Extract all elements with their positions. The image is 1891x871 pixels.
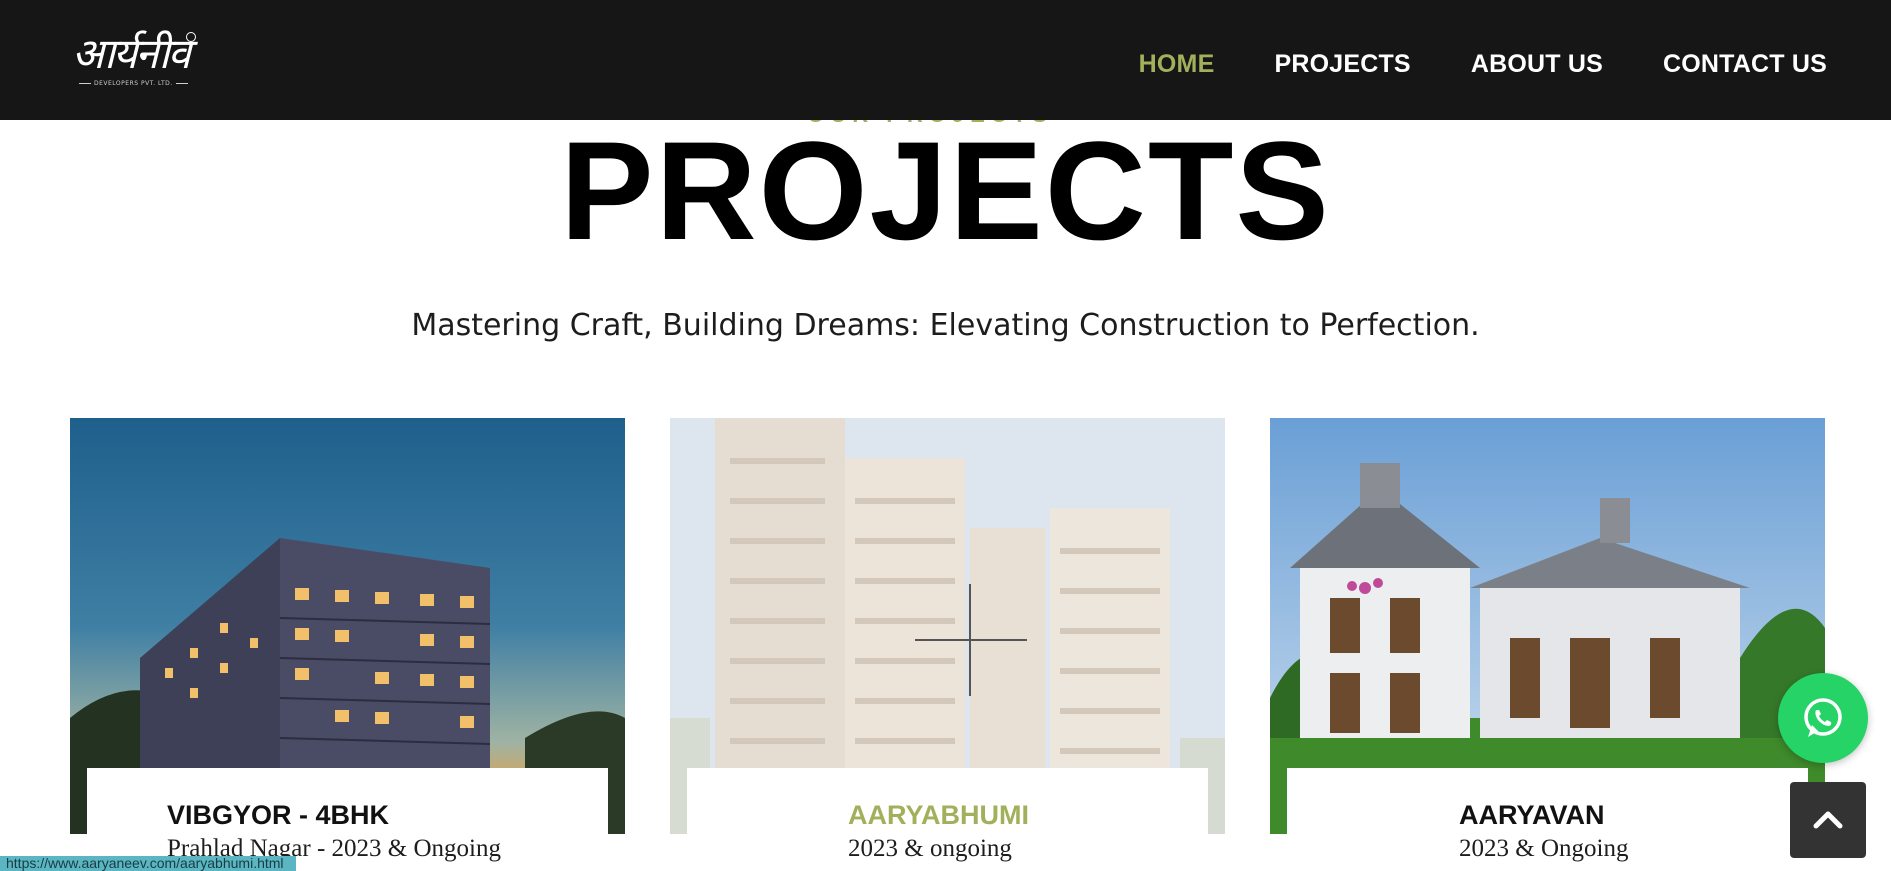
hover-plus-icon [915, 639, 1027, 641]
status-bar-url: https://www.aaryaneev.com/aaryabhumi.htm… [0, 856, 296, 871]
logo-tagline: DEVELOPERS PVT. LTD. [76, 80, 191, 87]
section-title: PROJECTS [560, 112, 1331, 269]
main-nav: HOME PROJECTS ABOUT US CONTACT US [1139, 50, 1827, 79]
project-subtitle-aaryabhumi: 2023 & ongoing [848, 835, 1012, 862]
chevron-up-icon [1813, 811, 1843, 829]
hover-plus-icon-vertical [969, 584, 971, 696]
project-card-aaryabhumi[interactable] [670, 418, 1225, 834]
trademark-icon [186, 32, 196, 42]
whatsapp-icon [1804, 698, 1842, 737]
nav-contact-us[interactable]: CONTACT US [1663, 50, 1827, 79]
nav-home[interactable]: HOME [1139, 50, 1215, 79]
project-title-aaryabhumi[interactable]: AARYABHUMI [848, 800, 1029, 831]
whatsapp-button[interactable] [1778, 673, 1868, 763]
project-card-aaryavan[interactable] [1270, 418, 1825, 834]
project-title-vibgyor[interactable]: VIBGYOR - 4BHK [167, 800, 389, 831]
logo-wordmark: आर्यनीव [72, 29, 191, 78]
project-title-aaryavan[interactable]: AARYAVAN [1459, 800, 1605, 831]
project-subtitle-aaryavan: 2023 & Ongoing [1459, 835, 1629, 862]
site-header: आर्यनीव DEVELOPERS PVT. LTD. HOME PROJEC… [0, 0, 1891, 120]
project-card-vibgyor[interactable] [70, 418, 625, 834]
brand-logo[interactable]: आर्यनीव DEVELOPERS PVT. LTD. [72, 28, 196, 90]
section-subtitle: Mastering Craft, Building Dreams: Elevat… [411, 308, 1480, 343]
back-to-top-button[interactable] [1790, 782, 1866, 858]
nav-about-us[interactable]: ABOUT US [1471, 50, 1603, 79]
nav-projects[interactable]: PROJECTS [1274, 50, 1410, 79]
